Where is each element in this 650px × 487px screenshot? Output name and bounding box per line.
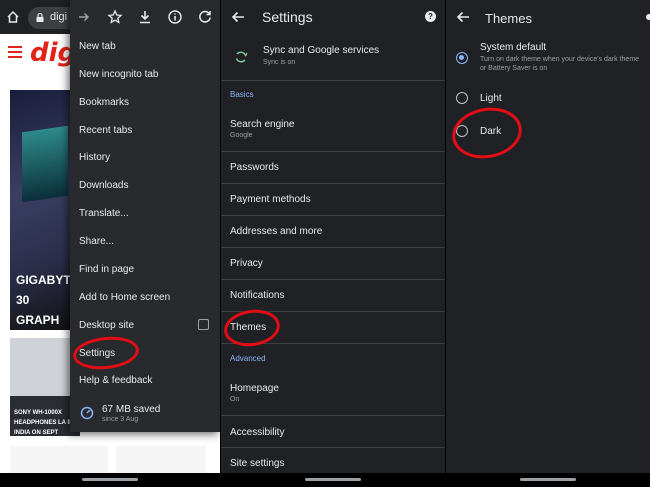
sync-status: Sync is on — [263, 59, 296, 66]
radio-system-default[interactable] — [456, 52, 468, 64]
radio-light[interactable] — [456, 92, 468, 104]
menu-item-recent-tabs[interactable]: Recent tabs — [79, 125, 132, 136]
settings-screen: Settings ? Sync and Google services Sync… — [220, 0, 445, 487]
hamburger-icon[interactable] — [8, 46, 22, 58]
menu-item-new-tab[interactable]: New tab — [79, 41, 116, 52]
menu-item-help-feedback[interactable]: Help & feedback — [79, 375, 152, 386]
divider — [221, 247, 445, 248]
url-text: digi — [50, 11, 68, 23]
data-saved-since: since 3 Aug — [102, 416, 139, 423]
home-icon[interactable] — [6, 10, 20, 24]
sync-title[interactable]: Sync and Google services — [263, 45, 379, 56]
system-nav-bar — [446, 473, 650, 487]
settings-item-search-engine[interactable]: Search engine — [230, 119, 295, 130]
menu-item-history[interactable]: History — [79, 152, 110, 163]
data-saved-amount[interactable]: 67 MB saved — [102, 404, 160, 415]
homepage-status: On — [230, 396, 240, 403]
download-icon[interactable] — [137, 9, 153, 25]
bookmark-star-icon[interactable] — [107, 9, 123, 25]
divider — [221, 151, 445, 152]
menu-item-add-to-home-screen[interactable]: Add to Home screen — [79, 292, 170, 303]
lock-icon — [36, 13, 44, 22]
settings-item-site-settings[interactable]: Site settings — [230, 458, 284, 469]
help-icon[interactable]: ? — [425, 11, 436, 22]
settings-header: Settings ? — [221, 0, 445, 34]
menu-item-new-incognito-tab[interactable]: New incognito tab — [79, 69, 159, 80]
page-title: Themes — [485, 11, 532, 26]
info-icon[interactable] — [167, 9, 183, 25]
browser-screen: digi digit GIGABYTE 30 GRAPH P750GM F SO… — [0, 0, 220, 487]
forward-icon[interactable] — [76, 9, 92, 25]
page-title: Settings — [262, 9, 313, 25]
home-gesture-pill[interactable] — [305, 478, 361, 481]
system-nav-bar — [0, 473, 220, 487]
menu-item-bookmarks[interactable]: Bookmarks — [79, 97, 129, 108]
settings-item-privacy[interactable]: Privacy — [230, 258, 263, 269]
section-header-advanced: Advanced — [230, 354, 266, 363]
settings-item-passwords[interactable]: Passwords — [230, 162, 279, 173]
settings-item-addresses[interactable]: Addresses and more — [230, 226, 322, 237]
annotation-circle-dark — [448, 102, 526, 164]
menu-item-share[interactable]: Share... — [79, 236, 114, 247]
back-arrow-icon[interactable] — [231, 11, 245, 23]
more-options-icon[interactable] — [646, 14, 650, 20]
reload-icon[interactable] — [197, 9, 213, 25]
divider — [221, 183, 445, 184]
theme-option-light[interactable]: Light — [480, 93, 502, 104]
theme-option-system-default[interactable]: System default — [480, 42, 546, 53]
divider — [221, 215, 445, 216]
home-gesture-pill[interactable] — [520, 478, 576, 481]
home-gesture-pill[interactable] — [82, 478, 138, 481]
settings-item-accessibility[interactable]: Accessibility — [230, 427, 284, 438]
divider — [221, 279, 445, 280]
desktop-site-checkbox[interactable] — [198, 319, 209, 330]
menu-item-desktop-site[interactable]: Desktop site — [79, 320, 134, 331]
article-headline[interactable]: SONY WH-1000X HEADPHONES LA IN INDIA ON … — [14, 408, 78, 438]
settings-item-payment-methods[interactable]: Payment methods — [230, 194, 311, 205]
divider — [221, 80, 445, 81]
themes-screen: Themes System default Turn on dark theme… — [445, 0, 650, 487]
settings-item-homepage[interactable]: Homepage — [230, 383, 279, 394]
settings-item-notifications[interactable]: Notifications — [230, 290, 284, 301]
laptop-image — [22, 125, 68, 203]
sync-icon — [235, 51, 248, 63]
themes-header: Themes — [446, 0, 650, 34]
data-saver-icon — [80, 406, 94, 420]
system-nav-bar — [221, 473, 445, 487]
menu-toolbar — [70, 0, 220, 34]
menu-item-downloads[interactable]: Downloads — [79, 180, 128, 191]
back-arrow-icon[interactable] — [456, 11, 470, 23]
menu-item-translate[interactable]: Translate... — [79, 208, 129, 219]
search-engine-value: Google — [230, 132, 253, 139]
system-default-description: Turn on dark theme when your device's da… — [480, 56, 640, 72]
divider — [221, 447, 445, 448]
section-header-basics: Basics — [230, 90, 254, 99]
divider — [221, 415, 445, 416]
menu-item-find-in-page[interactable]: Find in page — [79, 264, 134, 275]
